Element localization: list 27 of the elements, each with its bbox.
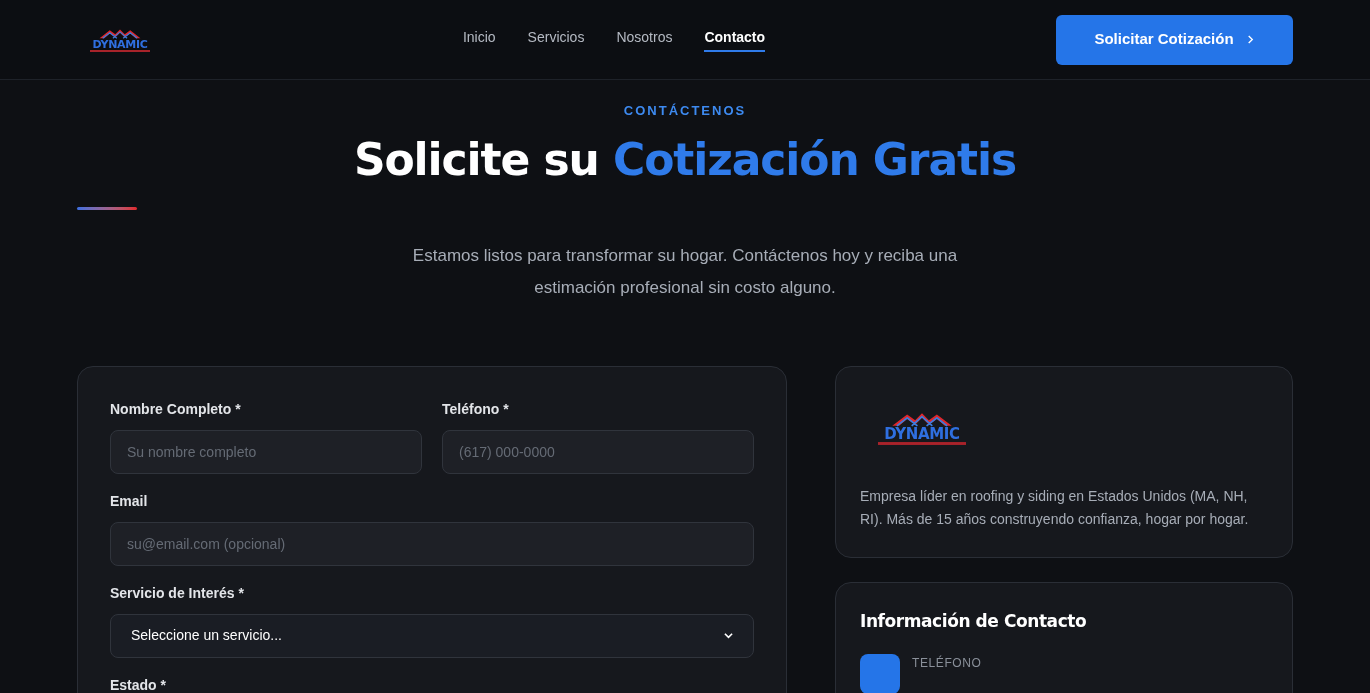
chevron-down-icon	[724, 631, 733, 640]
text-input[interactable]: (617) 000-0000	[442, 429, 754, 474]
text-input[interactable]: Su nombre completo	[110, 429, 422, 474]
service-select[interactable]: Seleccione un servicio...	[110, 613, 754, 658]
phone-icon	[860, 654, 900, 693]
nav-link[interactable]: Contacto	[704, 27, 766, 52]
section-eyebrow: CONTÁCTENOS	[623, 102, 747, 120]
nav-link[interactable]: Servicios	[527, 27, 585, 52]
field-label: Servicio de Interés *	[110, 583, 245, 603]
text-input[interactable]: su@email.com (opcional)	[110, 521, 754, 566]
chevron-right-icon	[1245, 35, 1255, 44]
field-label: Email	[110, 491, 149, 511]
contact-label: TELÉFONO	[912, 654, 982, 672]
field-label: Teléfono *	[442, 399, 510, 419]
card-title: Información de Contacto	[860, 609, 1088, 633]
logo-tagline-lines-icon	[878, 441, 966, 445]
section-subtitle: Estamos listos para transformar su hogar. Contáctenos hoy y reciba una estimación profesional sin costo alguno.	[411, 244, 959, 299]
logo-tagline-lines-icon	[90, 49, 150, 52]
logo-wordmark: DYNAMIC	[884, 426, 960, 442]
quote-button[interactable]: Solicitar Cotización	[1056, 14, 1293, 65]
nav-link[interactable]: Inicio	[462, 27, 496, 52]
about-text: Empresa líder en roofing y siding en Estados Unidos (MA, NH, RI). Más de 15 años construyendo confianza, hogar por hogar.	[860, 486, 1250, 529]
nav-link[interactable]: Nosotros	[616, 27, 673, 52]
field-label: Nombre Completo *	[110, 399, 242, 419]
logo-wordmark: DYNAMIC	[92, 38, 148, 50]
section-title: Solicite su Cotización Gratis	[353, 132, 1017, 187]
field-label: Estado *	[110, 675, 167, 693]
